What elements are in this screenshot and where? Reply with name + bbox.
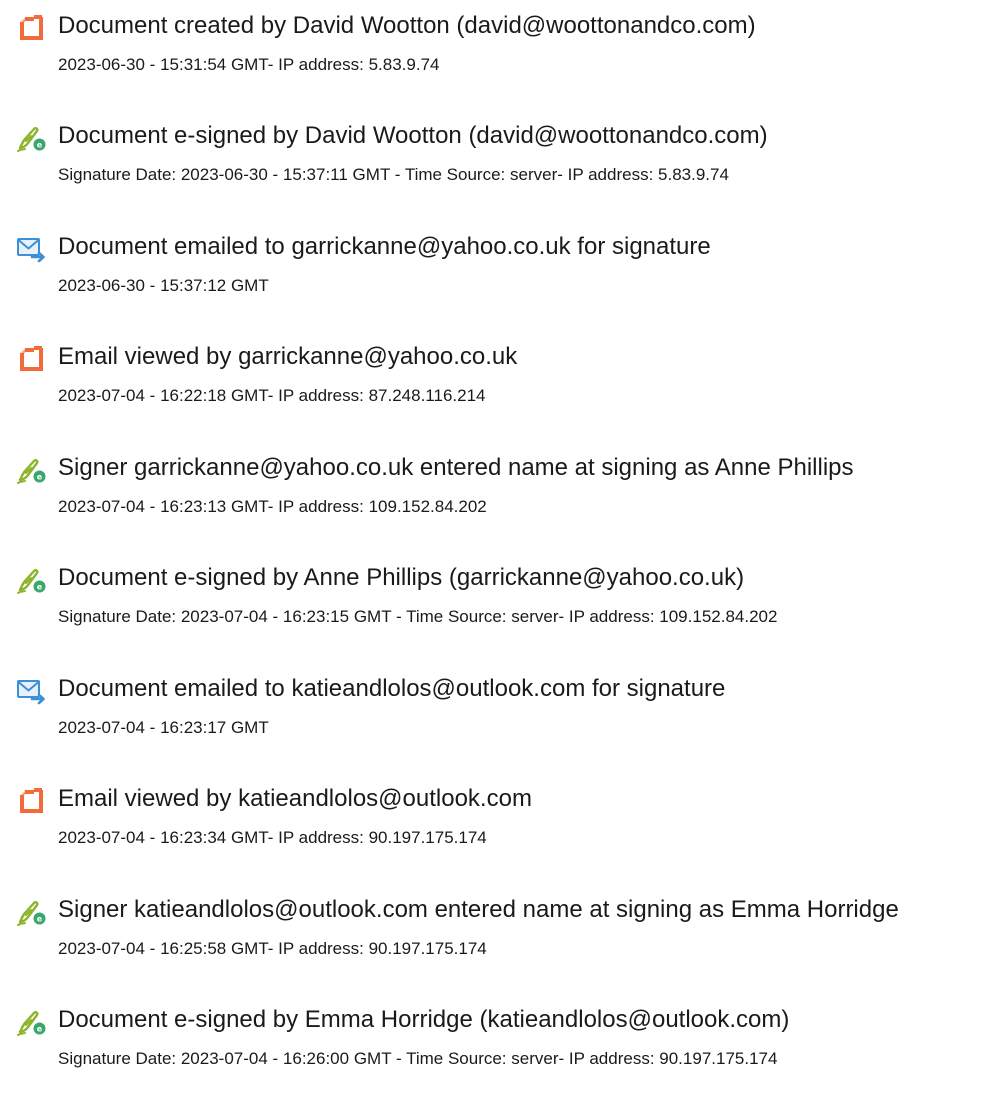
audit-event: Document emailed to garrickanne@yahoo.co…	[0, 221, 990, 311]
event-detail: Signature Date: 2023-07-04 - 16:26:00 GM…	[58, 1049, 778, 1068]
audit-event: Email viewed by garrickanne@yahoo.co.uk …	[0, 331, 990, 421]
document-created-icon	[15, 12, 47, 44]
event-title: Document emailed to katieandlolos@outloo…	[58, 675, 726, 702]
event-detail: 2023-07-04 - 16:22:18 GMT- IP address: 8…	[58, 386, 486, 405]
event-detail: 2023-07-04 - 16:23:34 GMT- IP address: 9…	[58, 828, 487, 847]
event-detail: 2023-07-04 - 16:25:58 GMT- IP address: 9…	[58, 939, 487, 958]
e-signature-icon	[15, 896, 47, 928]
e-signature-icon	[15, 454, 47, 486]
audit-event: Document e-signed by David Wootton (davi…	[0, 110, 990, 200]
event-title: Email viewed by garrickanne@yahoo.co.uk	[58, 343, 518, 370]
audit-event: Document e-signed by Emma Horridge (kati…	[0, 994, 990, 1084]
event-title: Document e-signed by Anne Phillips (garr…	[58, 564, 745, 591]
email-sent-icon	[15, 675, 47, 707]
e-signature-icon	[15, 564, 47, 596]
event-title: Signer garrickanne@yahoo.co.uk entered n…	[58, 454, 854, 481]
event-detail: 2023-07-04 - 16:23:13 GMT- IP address: 1…	[58, 497, 487, 516]
event-title: Signer katieandlolos@outlook.com entered…	[58, 896, 899, 923]
audit-event: Document created by David Wootton (david…	[0, 0, 990, 90]
audit-event: Document e-signed by Anne Phillips (garr…	[0, 552, 990, 642]
event-detail: 2023-07-04 - 16:23:17 GMT	[58, 718, 269, 737]
event-detail: Signature Date: 2023-06-30 - 15:37:11 GM…	[58, 165, 729, 184]
audit-event: Email viewed by katieandlolos@outlook.co…	[0, 773, 990, 863]
audit-event: Signer katieandlolos@outlook.com entered…	[0, 884, 990, 974]
email-viewed-icon	[15, 785, 47, 817]
event-detail: 2023-06-30 - 15:37:12 GMT	[58, 276, 269, 295]
e-signature-icon	[15, 1006, 47, 1038]
email-viewed-icon	[15, 343, 47, 375]
event-title: Document emailed to garrickanne@yahoo.co…	[58, 233, 711, 260]
audit-event: Signer garrickanne@yahoo.co.uk entered n…	[0, 442, 990, 532]
event-title: Document e-signed by Emma Horridge (kati…	[58, 1006, 790, 1033]
event-detail: 2023-06-30 - 15:31:54 GMT- IP address: 5…	[58, 55, 440, 74]
e-signature-icon	[15, 122, 47, 154]
audit-event: Document emailed to katieandlolos@outloo…	[0, 663, 990, 753]
event-title: Document created by David Wootton (david…	[58, 12, 756, 39]
event-detail: Signature Date: 2023-07-04 - 16:23:15 GM…	[58, 607, 778, 626]
event-title: Email viewed by katieandlolos@outlook.co…	[58, 785, 532, 812]
event-title: Document e-signed by David Wootton (davi…	[58, 122, 768, 149]
email-sent-icon	[15, 233, 47, 265]
